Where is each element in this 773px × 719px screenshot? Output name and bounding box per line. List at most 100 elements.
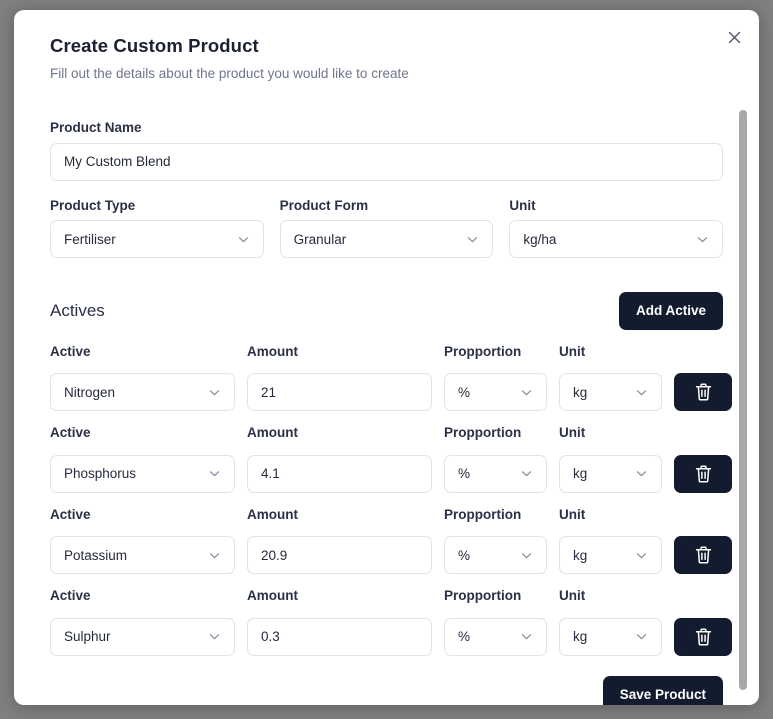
active-row-labels: Active Amount Propportion Unit	[50, 588, 723, 611]
active-unit-label: Unit	[559, 343, 586, 359]
modal-subtitle: Fill out the details about the product y…	[50, 66, 409, 82]
modal-body: Product Name Product Type Fertiliser Pro…	[14, 102, 759, 705]
delete-active-button[interactable]	[674, 536, 732, 575]
chevron-down-icon	[635, 630, 648, 643]
active-row-controls: Phosphorus% kg	[50, 454, 732, 493]
chevron-down-icon	[635, 549, 648, 562]
chevron-down-icon	[466, 233, 479, 246]
create-custom-product-modal: Create Custom Product Fill out the detai…	[14, 10, 759, 705]
chevron-down-icon	[520, 549, 533, 562]
amount-label: Amount	[247, 588, 298, 604]
product-type-field-group: Product Type Fertiliser	[50, 198, 264, 259]
proportion-value: %	[458, 466, 471, 482]
product-unit-label: Unit	[509, 197, 536, 213]
chevron-down-icon	[635, 467, 648, 480]
active-unit-value: kg	[573, 547, 588, 563]
active-unit-select[interactable]: kg	[559, 536, 662, 575]
trash-icon	[694, 382, 713, 402]
chevron-down-icon	[520, 467, 533, 480]
trash-icon	[694, 627, 713, 647]
active-select[interactable]: Phosphorus	[50, 454, 235, 493]
product-unit-field-group: Unit kg/ha	[509, 197, 724, 259]
proportion-label: Propportion	[444, 588, 522, 604]
product-unit-select[interactable]: kg/ha	[509, 220, 724, 259]
active-row-labels: Active Amount Propportion Unit	[50, 507, 723, 530]
chevron-down-icon	[696, 233, 709, 246]
product-name-field-group: Product Name	[50, 120, 723, 181]
amount-input[interactable]	[247, 373, 432, 412]
active-unit-label: Unit	[559, 588, 586, 604]
active-select[interactable]: Nitrogen	[50, 373, 235, 412]
page-title: Create Custom Product	[50, 35, 259, 56]
active-row: Active Amount Propportion Unit Sulphur% kg	[50, 588, 732, 656]
active-label: Active	[50, 343, 91, 359]
active-unit-label: Unit	[559, 506, 586, 522]
proportion-value: %	[458, 384, 471, 400]
active-unit-select[interactable]: kg	[559, 454, 662, 493]
modal-footer: Save Product	[50, 675, 723, 705]
delete-active-button[interactable]	[674, 373, 732, 412]
active-select[interactable]: Potassium	[50, 536, 235, 575]
close-icon[interactable]	[721, 24, 747, 50]
proportion-label: Propportion	[444, 425, 522, 441]
product-form-field-group: Product Form Granular	[279, 197, 494, 259]
proportion-value: %	[458, 629, 471, 645]
save-product-button[interactable]: Save Product	[602, 675, 723, 705]
proportion-select[interactable]: %	[444, 454, 547, 493]
active-row-controls: Nitrogen% kg	[50, 373, 732, 412]
delete-active-button[interactable]	[674, 454, 732, 493]
trash-icon	[694, 545, 713, 565]
product-name-input[interactable]	[50, 142, 723, 181]
modal-header: Create Custom Product Fill out the detai…	[14, 10, 759, 83]
product-attributes-row: Product Type Fertiliser Product Form Gra…	[50, 197, 724, 259]
proportion-label: Propportion	[444, 506, 522, 522]
proportion-value: %	[458, 547, 471, 563]
product-type-value: Fertiliser	[64, 231, 116, 247]
proportion-select[interactable]: %	[444, 373, 547, 412]
amount-label: Amount	[247, 343, 298, 359]
active-unit-select[interactable]: kg	[559, 373, 662, 412]
chevron-down-icon	[208, 467, 221, 480]
delete-active-button[interactable]	[674, 617, 732, 656]
amount-input[interactable]	[247, 536, 432, 575]
modal-scrollbar-thumb[interactable]	[739, 110, 747, 690]
amount-label: Amount	[247, 506, 298, 522]
amount-label: Amount	[247, 425, 298, 441]
actives-section-header: Actives Add Active	[50, 292, 723, 330]
product-form-value: Granular	[293, 231, 347, 247]
active-row: Active Amount Propportion Unit Nitrogen% kg	[50, 344, 732, 412]
active-value: Phosphorus	[64, 466, 137, 482]
proportion-select[interactable]: %	[444, 536, 547, 575]
amount-input[interactable]	[247, 617, 432, 656]
chevron-down-icon	[208, 549, 221, 562]
product-form-label: Product Form	[279, 197, 369, 213]
active-value: Potassium	[64, 547, 128, 563]
active-row: Active Amount Propportion Unit Phosphorus% kg	[50, 425, 732, 493]
active-label: Active	[50, 588, 91, 604]
active-unit-value: kg	[573, 384, 588, 400]
amount-input[interactable]	[247, 454, 432, 493]
active-row: Active Amount Propportion Unit Potassium% kg	[50, 507, 732, 575]
actives-list: ActiveAmountPropportionUnitNitrogen%kgAc…	[50, 344, 732, 656]
chevron-down-icon	[520, 386, 533, 399]
chevron-down-icon	[237, 233, 250, 246]
product-type-select[interactable]: Fertiliser	[50, 220, 264, 259]
active-row-controls: Sulphur% kg	[50, 617, 732, 656]
proportion-select[interactable]: %	[444, 617, 547, 656]
active-label: Active	[50, 425, 91, 441]
active-label: Active	[50, 506, 91, 522]
active-unit-select[interactable]: kg	[559, 617, 662, 656]
active-select[interactable]: Sulphur	[50, 617, 235, 656]
product-form-select[interactable]: Granular	[279, 220, 494, 259]
actives-title: Actives	[50, 300, 105, 320]
active-unit-label: Unit	[559, 425, 586, 441]
add-active-button[interactable]: Add Active	[618, 292, 723, 330]
active-row-labels: Active Amount Propportion Unit	[50, 344, 723, 367]
modal-scrollbar[interactable]	[738, 106, 748, 701]
active-value: Nitrogen	[64, 384, 116, 400]
proportion-label: Propportion	[444, 343, 522, 359]
chevron-down-icon	[635, 386, 648, 399]
active-unit-value: kg	[573, 629, 588, 645]
product-unit-value: kg/ha	[523, 231, 557, 247]
active-unit-value: kg	[573, 466, 588, 482]
